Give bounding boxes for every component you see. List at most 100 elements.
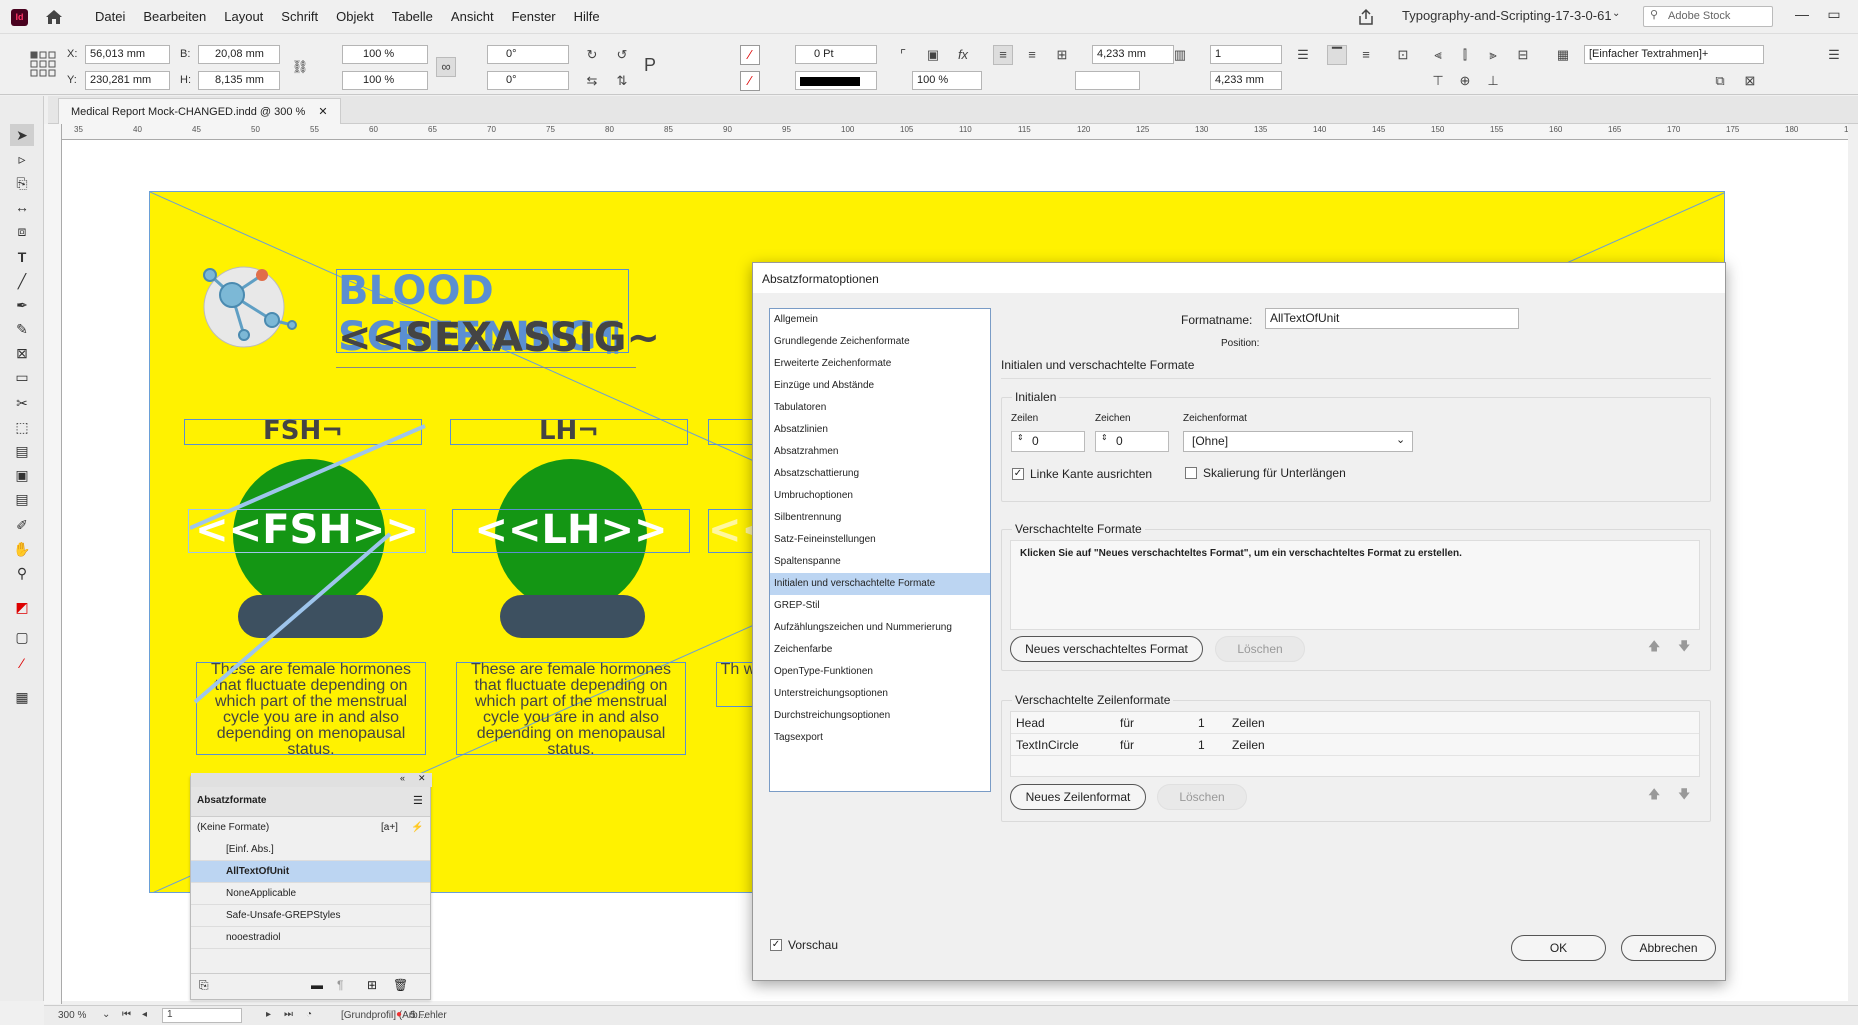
category-item[interactable]: GREP-Stil (770, 595, 990, 617)
align-vcenter-objects-icon[interactable]: ⊕ (1455, 71, 1475, 91)
minimize-button[interactable]: — (1792, 6, 1812, 26)
panel-menu-icon[interactable]: ☰ (413, 794, 423, 807)
gradient-tool-icon[interactable]: ▤ (10, 440, 34, 462)
shear-field[interactable]: 0° (487, 71, 569, 90)
rotate-ccw-icon[interactable]: ↺ (612, 45, 632, 65)
baseline-select[interactable] (1075, 71, 1140, 90)
opacity-field[interactable]: 100 % (912, 71, 982, 90)
align-left-checkbox[interactable]: ✓ (1012, 468, 1024, 480)
prev-page-icon[interactable]: ◂ (142, 1009, 147, 1020)
flip-horizontal-icon[interactable]: ⇆ (582, 71, 602, 91)
trash-icon[interactable]: 🗑 (393, 978, 408, 992)
selection-tool-icon[interactable]: ➤ (10, 124, 34, 146)
new-style-icon[interactable]: [a+] (381, 817, 398, 839)
menu-schrift[interactable]: Schrift (272, 9, 327, 24)
menu-ansicht[interactable]: Ansicht (442, 9, 503, 24)
nested-styles-list[interactable]: Klicken Sie auf "Neues verschachteltes F… (1010, 540, 1700, 630)
width-field[interactable]: 20,08 mm (198, 45, 280, 64)
collapse-icon[interactable]: « (400, 773, 405, 783)
panel-drag-bar[interactable]: « ✕ (191, 773, 432, 787)
first-page-icon[interactable]: ⏮ (122, 1009, 131, 1020)
scale-x-field[interactable]: 100 % (342, 45, 428, 64)
align-bottom-objects-icon[interactable]: ⊥ (1483, 71, 1503, 91)
distribute-icon[interactable]: ⊟ (1513, 45, 1533, 65)
ok-button[interactable]: OK (1511, 935, 1606, 961)
category-item[interactable]: Silbentrennung (770, 507, 990, 529)
clear-overrides-icon[interactable]: ⧉ (1710, 71, 1730, 91)
clear-override-icon[interactable]: ¶ (337, 978, 343, 992)
table-row[interactable]: TextInCircle für 1 Zeilen (1011, 734, 1699, 756)
stroke-type-select[interactable] (795, 71, 877, 90)
reference-point-icon[interactable] (29, 50, 57, 78)
chevron-down-icon[interactable]: ⌄ (1396, 433, 1405, 446)
category-item[interactable]: Erweiterte Zeichenformate (770, 353, 990, 375)
move-up-icon[interactable]: 🡅 (1648, 637, 1660, 658)
charstyle-select[interactable]: [Ohne] (1183, 431, 1413, 452)
menu-tabelle[interactable]: Tabelle (383, 9, 442, 24)
rectangle-tool-icon[interactable]: ▭ (10, 366, 34, 388)
image-tool-icon[interactable]: ▣ (10, 464, 34, 486)
share-icon[interactable] (1356, 7, 1376, 27)
menu-hilfe[interactable]: Hilfe (565, 9, 609, 24)
stroke-weight-field[interactable]: 0 Pt (795, 45, 877, 64)
chevron-down-icon[interactable]: ⌄ (1612, 8, 1620, 19)
frame-fit-icon[interactable]: ⊡ (1393, 45, 1413, 65)
constrain-proportions-icon[interactable]: ⛓ (290, 57, 310, 77)
bullets-icon[interactable]: ☰ (1293, 45, 1313, 65)
fill-none-icon[interactable]: ⁄ (740, 45, 760, 65)
chevron-down-icon[interactable]: ⌄ (102, 1009, 110, 1020)
category-item[interactable]: Zeichenfarbe (770, 639, 990, 661)
scissors-tool-icon[interactable]: ✂ (10, 392, 34, 414)
move-up-icon[interactable]: 🡅 (1648, 785, 1660, 806)
formatting-affects-icon[interactable]: ▢ (10, 626, 34, 648)
move-down-icon[interactable]: 🡇 (1678, 785, 1690, 806)
home-icon[interactable] (44, 8, 64, 26)
category-item-selected[interactable]: Initialen und verschachtelte Formate (770, 573, 990, 595)
height-field[interactable]: 8,135 mm (198, 71, 280, 90)
text-frame-p-icon[interactable]: P (640, 55, 660, 75)
delete-nested-style-button[interactable]: Löschen (1215, 636, 1305, 662)
style-item[interactable]: NoneApplicable (191, 883, 430, 905)
category-item[interactable]: Absatzlinien (770, 419, 990, 441)
content-collector-icon[interactable]: ⧈ (10, 220, 34, 242)
adobe-stock-search[interactable]: Adobe Stock (1643, 6, 1773, 27)
category-item[interactable]: Tabulatoren (770, 397, 990, 419)
columns-field[interactable]: 1 (1210, 45, 1282, 64)
scale-y-field[interactable]: 100 % (342, 71, 428, 90)
menu-fenster[interactable]: Fenster (503, 9, 565, 24)
table-row[interactable]: Head für 1 Zeilen (1011, 712, 1699, 734)
auto-size-icon[interactable]: ⊞ (1052, 45, 1072, 65)
category-item[interactable]: Unterstreichungsoptionen (770, 683, 990, 705)
move-down-icon[interactable]: 🡇 (1678, 637, 1690, 658)
clear-style-icon[interactable]: ⊠ (1740, 71, 1760, 91)
maximize-button[interactable]: ▭ (1824, 6, 1844, 26)
rotation-field[interactable]: 0° (487, 45, 569, 64)
align-top-objects-icon[interactable]: ⊤ (1428, 71, 1448, 91)
drop-shadow-icon[interactable]: ▣ (923, 45, 943, 65)
gutter-field-2[interactable]: 4,233 mm (1210, 71, 1282, 90)
direct-selection-tool-icon[interactable]: ▹ (10, 148, 34, 170)
stepper-arrows-icon[interactable]: ⇕ (1101, 433, 1108, 442)
panel-title[interactable]: Absatzformate (197, 795, 266, 806)
line-tool-icon[interactable]: ╱ (10, 270, 34, 292)
gap-tool-icon[interactable]: ↔ (10, 196, 34, 218)
menu-objekt[interactable]: Objekt (327, 9, 383, 24)
corner-options-icon[interactable]: ⌜ (893, 45, 913, 65)
screen-mode-icon[interactable]: ▦ (10, 686, 34, 708)
rotate-cw-icon[interactable]: ↻ (582, 45, 602, 65)
panel-menu-icon[interactable]: ☰ (1824, 45, 1844, 65)
align-left-objects-icon[interactable]: ⫷ (1428, 45, 1448, 65)
document-tab[interactable]: Medical Report Mock-CHANGED.indd @ 300 %… (58, 98, 341, 124)
delete-line-style-button[interactable]: Löschen (1157, 784, 1247, 810)
free-transform-tool-icon[interactable]: ⬚ (10, 416, 34, 438)
gutter-field-1[interactable]: 4,233 mm (1092, 45, 1174, 64)
style-item[interactable]: [Einf. Abs.] (191, 839, 430, 861)
error-count[interactable]: 5 Fehler (410, 1010, 447, 1021)
zoom-tool-icon[interactable]: ⚲ (10, 562, 34, 584)
cancel-button[interactable]: Abbrechen (1621, 935, 1716, 961)
note-tool-icon[interactable]: ▤ (10, 488, 34, 510)
category-item[interactable]: Allgemein (770, 309, 990, 331)
category-item[interactable]: Umbruchoptionen (770, 485, 990, 507)
page-field[interactable]: 1 (162, 1008, 242, 1023)
fill-stroke-icon[interactable]: ◩ (10, 596, 34, 618)
